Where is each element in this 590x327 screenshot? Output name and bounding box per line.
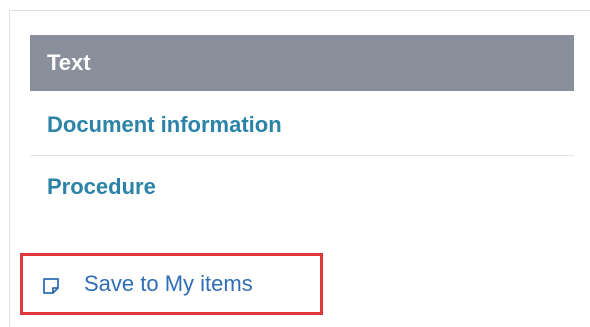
nav-item-procedure[interactable]: Procedure	[30, 156, 574, 218]
nav-item-procedure-label: Procedure	[47, 174, 156, 199]
nav-item-text[interactable]: Text	[30, 35, 574, 91]
nav-item-text-label: Text	[47, 50, 91, 75]
nav-item-document-information-label: Document information	[47, 112, 282, 137]
save-to-my-items-label: Save to My items	[84, 271, 253, 296]
note-icon	[42, 275, 60, 294]
nav-item-document-information[interactable]: Document information	[30, 94, 574, 156]
save-to-my-items-button[interactable]: Save to My items	[42, 264, 253, 304]
